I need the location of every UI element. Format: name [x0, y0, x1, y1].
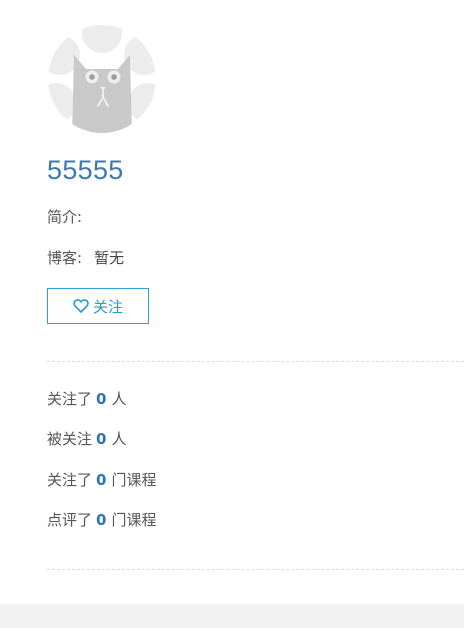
username: 55555: [47, 155, 124, 185]
avatar[interactable]: [48, 25, 156, 133]
heart-outline-icon: [73, 298, 89, 314]
stat-suffix: 门课程: [111, 511, 157, 529]
stat-following-users: 关注了 0 人: [47, 389, 126, 409]
intro-label: 简介:: [47, 208, 83, 226]
follow-button-label: 关注: [92, 297, 123, 316]
stat-prefix: 被关注: [47, 430, 93, 448]
intro-row: 简介:: [47, 207, 94, 227]
stat-count[interactable]: 0: [96, 390, 106, 408]
blog-value: 暂无: [94, 249, 125, 267]
user-profile-panel: 55555 简介: 博客: 暂无 关注 关注了 0 人 被关注 0 人 关注了 0 门课程 点…: [0, 0, 464, 604]
stat-suffix: 人: [111, 390, 127, 408]
stat-prefix: 关注了: [47, 390, 93, 408]
stat-suffix: 人: [111, 430, 127, 448]
blog-label: 博客:: [47, 249, 83, 267]
footer-band: [0, 604, 464, 628]
stat-following-courses: 关注了 0 门课程: [47, 470, 156, 490]
stat-prefix: 点评了: [47, 511, 93, 529]
stat-suffix: 门课程: [111, 471, 157, 489]
follow-button[interactable]: 关注: [47, 288, 149, 324]
stat-count[interactable]: 0: [96, 511, 106, 529]
stat-prefix: 关注了: [47, 471, 93, 489]
cat-avatar-icon: [48, 25, 156, 133]
divider: [47, 361, 464, 362]
blog-row: 博客: 暂无: [47, 248, 124, 268]
stat-count[interactable]: 0: [96, 471, 106, 489]
divider: [47, 569, 464, 570]
stat-count[interactable]: 0: [96, 430, 106, 448]
stat-reviewed-courses: 点评了 0 门课程: [47, 510, 156, 530]
stat-followers: 被关注 0 人: [47, 429, 126, 449]
